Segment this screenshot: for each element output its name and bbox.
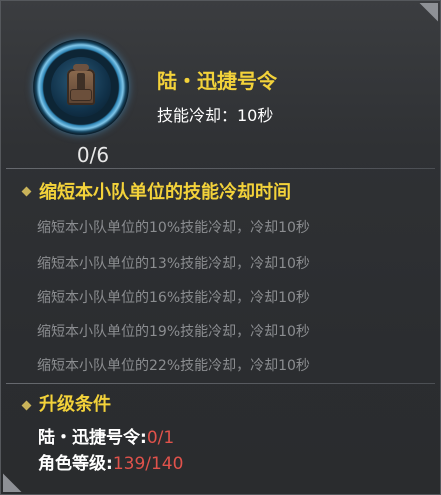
requirement-current: 0 (146, 428, 158, 448)
requirement-label: 角色等级 (38, 454, 106, 474)
requirement-max: /1 (157, 428, 175, 448)
divider (6, 168, 435, 169)
level-description: 缩短本小队单位的16%技能冷却，冷却10秒 (37, 290, 310, 306)
corner-ornament (412, 3, 438, 29)
requirement-max: /140 (145, 454, 184, 474)
skill-tooltip-panel: 0/6 陆・迅捷号令 技能冷却：10秒 缩短本小队单位的技能冷却时间 缩短本小队… (0, 0, 441, 495)
level-description: 缩短本小队单位的22%技能冷却，冷却10秒 (37, 358, 310, 374)
skill-cooldown: 技能冷却：10秒 (157, 106, 274, 125)
level-description: 缩短本小队单位的10%技能冷却，冷却10秒 (37, 220, 310, 236)
level-description: 缩短本小队单位的19%技能冷却，冷却10秒 (37, 324, 310, 340)
diamond-bullet-icon (21, 400, 32, 411)
requirement-row: 角色等级:139/140 (38, 454, 184, 474)
diamond-bullet-icon (21, 186, 32, 197)
skill-icon-frame (33, 39, 129, 135)
corner-ornament (3, 466, 29, 492)
upgrade-heading: 升级条件 (39, 394, 111, 415)
divider (6, 383, 435, 384)
backpack-icon (51, 57, 111, 117)
requirement-row: 陆・迅捷号令:0/1 (38, 428, 175, 448)
requirement-label: 陆・迅捷号令 (38, 428, 140, 448)
requirement-current: 139 (112, 454, 146, 474)
skill-level-count: 0/6 (76, 143, 110, 167)
description-heading: 缩短本小队单位的技能冷却时间 (39, 182, 291, 203)
level-description: 缩短本小队单位的13%技能冷却，冷却10秒 (37, 256, 310, 272)
skill-name: 陆・迅捷号令 (157, 69, 277, 93)
backpack-shape (67, 64, 95, 105)
